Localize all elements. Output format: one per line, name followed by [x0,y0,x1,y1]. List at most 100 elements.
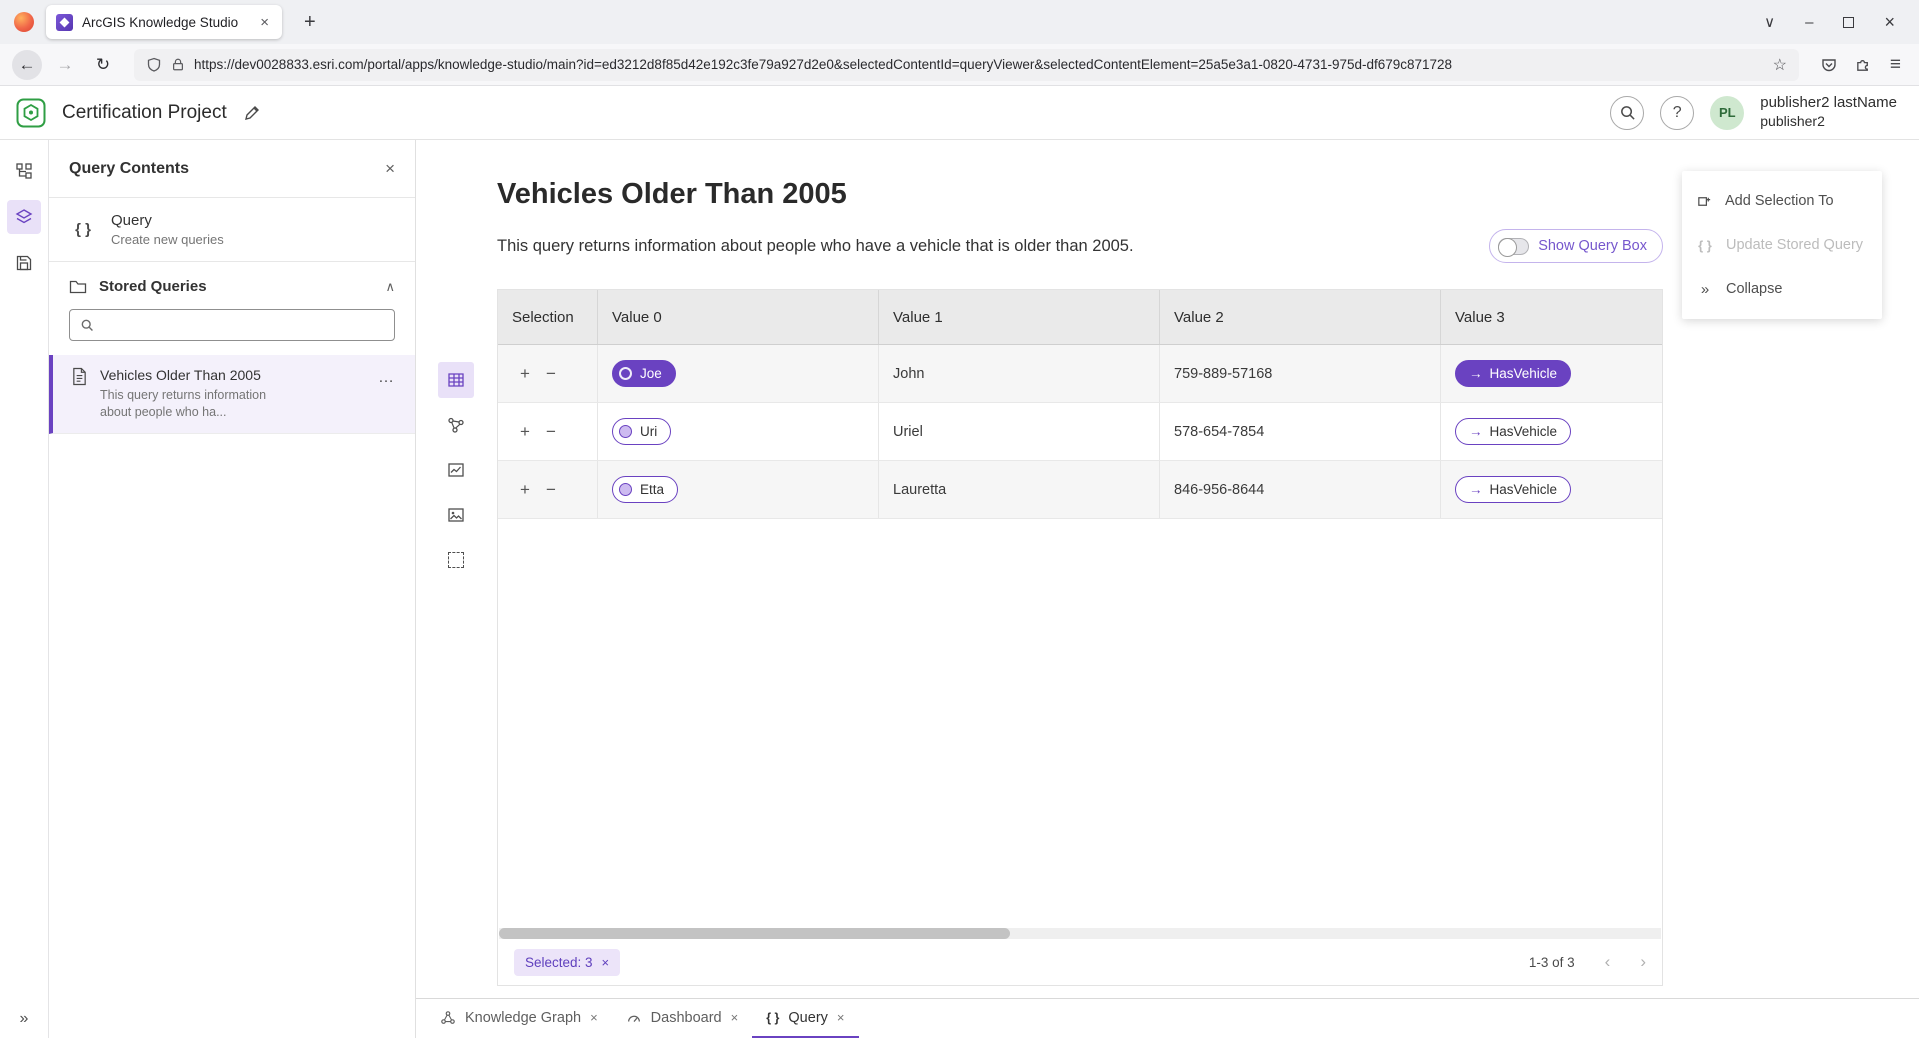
menu-item-label: Add Selection To [1725,193,1834,209]
stored-queries-search-input[interactable] [102,318,384,333]
lock-icon[interactable] [171,57,185,72]
tab-query[interactable]: { } Query × [752,999,858,1038]
new-query-title: Query [111,212,224,229]
help-button[interactable]: ? [1660,96,1694,130]
data-model-icon [15,162,33,180]
browser-tab[interactable]: ArcGIS Knowledge Studio × [46,5,282,39]
menu-item-collapse[interactable]: » Collapse [1682,267,1882,311]
column-header: Selection [498,290,598,344]
new-query-subtitle: Create new queries [111,232,224,247]
reload-button[interactable]: ↻ [88,50,118,80]
new-tab-button[interactable]: + [298,11,322,34]
pocket-icon[interactable] [1821,57,1837,73]
panel-close-icon[interactable]: × [385,159,395,179]
show-query-box-toggle[interactable]: Show Query Box [1489,229,1663,263]
url-bar[interactable]: https://dev0028833.esri.com/portal/apps/… [134,49,1799,81]
menu-icon[interactable]: ≡ [1890,54,1901,76]
window-minimize-button[interactable]: – [1805,14,1813,31]
user-info[interactable]: publisher2 lastName publisher2 [1760,94,1897,130]
contents-rail-button[interactable] [7,200,41,234]
toggle-switch[interactable] [1498,238,1529,255]
tab-close-icon[interactable]: × [837,1010,845,1025]
stored-queries-search[interactable] [69,309,395,341]
horizontal-scrollbar[interactable] [499,928,1661,939]
query-braces-icon: { } [766,1011,779,1025]
back-button[interactable]: ← [12,50,42,80]
menu-item-add-selection-to[interactable]: Add Selection To [1682,179,1882,223]
tab-label: Knowledge Graph [465,1010,581,1026]
entity-dot-icon [619,425,632,438]
add-selection-icon [1696,193,1713,210]
expand-rail-icon[interactable]: » [0,1010,48,1028]
firefox-view-icon[interactable] [14,12,34,32]
project-title: Certification Project [62,102,227,124]
tab-close-icon[interactable]: × [731,1010,739,1025]
remove-from-selection-button[interactable]: − [538,480,564,500]
scrollbar-thumb[interactable] [499,928,1010,939]
table-footer: Selected: 3 × 1-3 of 3 ‹ › [498,939,1662,985]
selection-view-button[interactable] [438,542,474,578]
menu-item-update-stored-query[interactable]: { } Update Stored Query [1682,223,1882,267]
entity-dot-icon [619,367,632,380]
user-avatar[interactable]: PL [1710,96,1744,130]
relationship-pill[interactable]: →HasVehicle [1455,476,1571,503]
next-page-icon[interactable]: › [1640,952,1646,972]
forward-button[interactable]: → [50,50,80,80]
stored-queries-header[interactable]: Stored Queries ∧ [49,262,415,307]
add-to-selection-button[interactable]: + [512,480,538,500]
stored-query-list-item[interactable]: Vehicles Older Than 2005 This query retu… [49,355,415,434]
add-to-selection-button[interactable]: + [512,422,538,442]
search-icon [1619,104,1636,121]
data-model-rail-button[interactable] [7,154,41,188]
arrow-right-icon: → [1469,366,1483,381]
edit-title-icon[interactable] [243,104,261,122]
window-maximize-button[interactable] [1843,17,1854,28]
tracking-shield-icon[interactable] [146,57,162,73]
tab-knowledge-graph[interactable]: Knowledge Graph × [426,999,612,1038]
entity-pill[interactable]: Joe [612,360,676,387]
tab-label: Query [788,1010,828,1026]
tab-label: Dashboard [651,1010,722,1026]
bookmark-star-icon[interactable]: ☆ [1773,55,1787,75]
map-icon [447,506,465,524]
url-text: https://dev0028833.esri.com/portal/apps/… [194,57,1764,72]
stored-query-title: Vehicles Older Than 2005 [100,367,300,383]
entity-pill[interactable]: Etta [612,476,678,503]
app-header: Certification Project ? PL publisher2 la… [0,86,1919,140]
new-query-item[interactable]: { } Query Create new queries [49,198,415,262]
link-chart-view-button[interactable] [438,407,474,443]
arrow-right-icon: → [1469,482,1483,497]
clear-selection-icon[interactable]: × [602,955,610,970]
table-row: + − Uri Uriel 578-654-7854 →HasVehicle [498,403,1662,461]
stored-query-description: This query returns information about peo… [100,387,300,421]
search-button[interactable] [1610,96,1644,130]
entity-pill[interactable]: Uri [612,418,671,445]
map-view-button[interactable] [438,497,474,533]
help-icon: ? [1673,104,1682,122]
left-rail: » [0,140,49,1038]
show-query-box-label: Show Query Box [1538,238,1647,254]
relationship-pill[interactable]: →HasVehicle [1455,360,1571,387]
chart-icon [447,461,465,479]
cell-value: Uriel [879,403,1160,460]
table-view-button[interactable] [438,362,474,398]
panel-title: Query Contents [69,160,189,178]
chart-view-button[interactable] [438,452,474,488]
arrow-right-icon: → [1469,424,1483,439]
tab-close-icon[interactable]: × [590,1010,598,1025]
list-tabs-icon[interactable]: ∨ [1764,13,1775,31]
selected-count-chip[interactable]: Selected: 3 × [514,949,620,976]
previous-page-icon[interactable]: ‹ [1605,952,1611,972]
window-close-button[interactable]: × [1884,12,1895,33]
tab-dashboard[interactable]: Dashboard × [612,999,753,1038]
remove-from-selection-button[interactable]: − [538,364,564,384]
collapse-section-icon[interactable]: ∧ [385,279,395,295]
relationship-pill[interactable]: →HasVehicle [1455,418,1571,445]
remove-from-selection-button[interactable]: − [538,422,564,442]
extensions-icon[interactable] [1855,56,1872,73]
add-to-selection-button[interactable]: + [512,364,538,384]
user-name: publisher2 lastName [1760,94,1897,113]
save-rail-button[interactable] [7,246,41,280]
item-options-icon[interactable]: … [378,369,395,387]
tab-close-icon[interactable]: × [257,14,272,31]
